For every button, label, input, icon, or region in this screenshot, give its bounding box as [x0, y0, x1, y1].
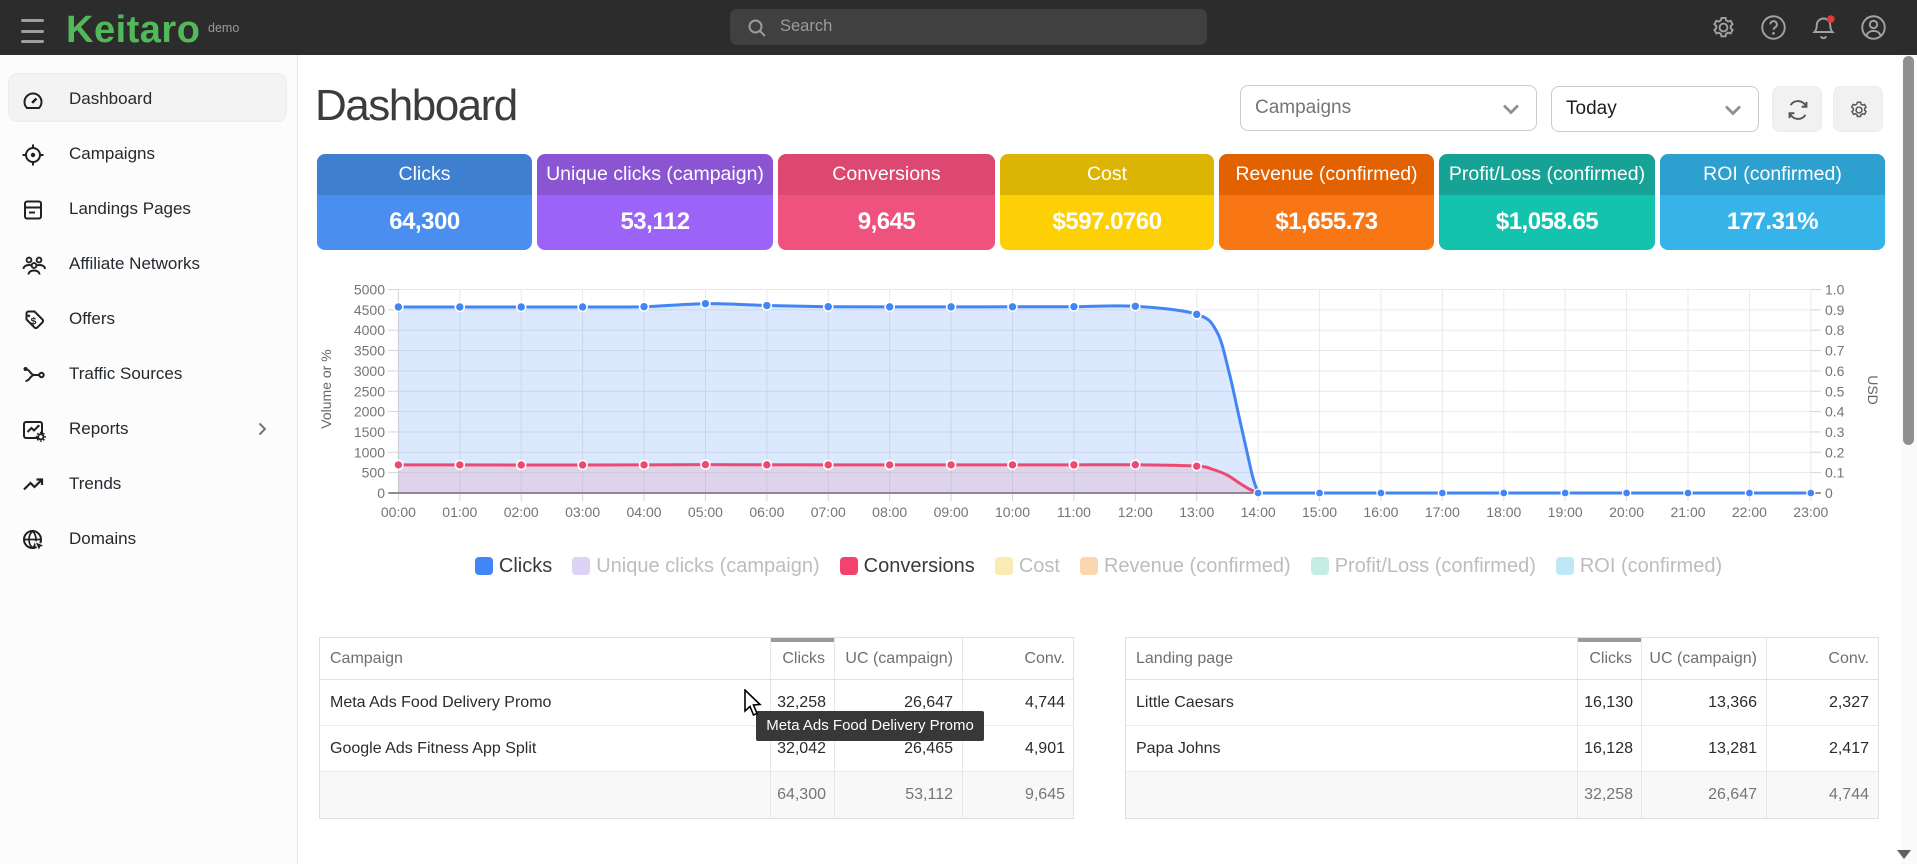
svg-text:4500: 4500: [354, 302, 385, 318]
svg-text:01:00: 01:00: [442, 504, 477, 520]
svg-text:USD: USD: [1865, 375, 1881, 405]
svg-text:3500: 3500: [354, 343, 385, 359]
svg-text:11:00: 11:00: [1057, 504, 1091, 520]
svg-text:0.7: 0.7: [1825, 343, 1845, 359]
svg-text:0.5: 0.5: [1825, 383, 1845, 399]
svg-text:06:00: 06:00: [749, 504, 784, 520]
svg-text:0: 0: [377, 485, 385, 501]
svg-text:14:00: 14:00: [1241, 504, 1276, 520]
svg-text:15:00: 15:00: [1302, 504, 1337, 520]
svg-text:20:00: 20:00: [1609, 504, 1644, 520]
svg-text:1.0: 1.0: [1825, 282, 1845, 298]
svg-text:17:00: 17:00: [1425, 504, 1460, 520]
svg-text:0.4: 0.4: [1825, 404, 1845, 420]
svg-text:0.8: 0.8: [1825, 322, 1845, 338]
svg-text:12:00: 12:00: [1118, 504, 1153, 520]
svg-text:0.6: 0.6: [1825, 363, 1845, 379]
svg-text:0.3: 0.3: [1825, 424, 1845, 440]
svg-text:5000: 5000: [354, 282, 385, 298]
svg-text:0.9: 0.9: [1825, 302, 1845, 318]
svg-text:18:00: 18:00: [1486, 504, 1521, 520]
svg-text:4000: 4000: [354, 322, 385, 338]
svg-text:0.2: 0.2: [1825, 444, 1845, 460]
svg-text:1000: 1000: [354, 444, 385, 460]
svg-text:3000: 3000: [354, 363, 385, 379]
svg-text:0.1: 0.1: [1825, 465, 1845, 481]
svg-text:05:00: 05:00: [688, 504, 723, 520]
svg-text:13:00: 13:00: [1179, 504, 1214, 520]
svg-text:21:00: 21:00: [1670, 504, 1705, 520]
svg-text:2500: 2500: [354, 383, 385, 399]
svg-text:03:00: 03:00: [565, 504, 600, 520]
svg-text:00:00: 00:00: [381, 504, 416, 520]
svg-text:1500: 1500: [354, 424, 385, 440]
svg-text:2000: 2000: [354, 404, 385, 420]
svg-text:07:00: 07:00: [811, 504, 846, 520]
svg-text:02:00: 02:00: [504, 504, 539, 520]
svg-text:500: 500: [362, 465, 386, 481]
svg-text:23:00: 23:00: [1793, 504, 1828, 520]
svg-text:16:00: 16:00: [1363, 504, 1398, 520]
svg-text:0: 0: [1825, 485, 1833, 501]
svg-text:04:00: 04:00: [627, 504, 662, 520]
svg-text:19:00: 19:00: [1548, 504, 1583, 520]
svg-text:09:00: 09:00: [934, 504, 969, 520]
svg-text:22:00: 22:00: [1732, 504, 1767, 520]
svg-text:Volume or %: Volume or %: [318, 349, 334, 428]
svg-text:10:00: 10:00: [995, 504, 1030, 520]
svg-text:08:00: 08:00: [872, 504, 907, 520]
